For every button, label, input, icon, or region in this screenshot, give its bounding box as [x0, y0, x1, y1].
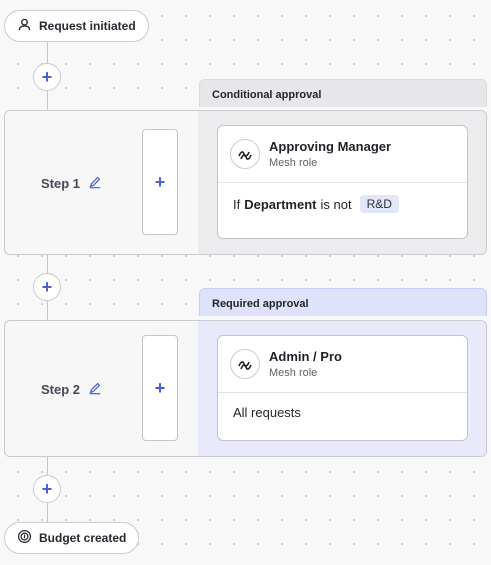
condition-operator: is not: [320, 196, 352, 212]
role-subtitle: Mesh role: [269, 157, 318, 169]
pencil-icon[interactable]: [88, 175, 102, 192]
condition-field: Department: [244, 196, 317, 212]
budget-created-node: Budget created: [4, 522, 140, 554]
step-2-label-group: Step 2: [41, 381, 102, 398]
condition-text: All requests: [233, 405, 301, 420]
add-approver-button-2[interactable]: +: [142, 335, 178, 441]
mesh-role-icon: [230, 139, 260, 169]
add-symbol: +: [154, 171, 166, 192]
role-subtitle: Mesh role: [269, 367, 318, 379]
required-approval-band: Required approval: [199, 288, 487, 316]
band-label: Conditional approval: [212, 89, 322, 101]
add-symbol: +: [41, 277, 53, 297]
step-label: Step 2: [41, 382, 81, 397]
budget-created-label: Budget created: [39, 531, 127, 545]
band-label: Required approval: [212, 298, 309, 310]
add-symbol: +: [41, 67, 53, 87]
add-symbol: +: [41, 479, 53, 499]
user-icon: [17, 17, 32, 35]
step-1-card: Step 1 + Approving Manager Mesh role If …: [4, 110, 487, 255]
condition-prefix: If: [233, 196, 241, 212]
role-condition: If Department is not R&D: [218, 183, 467, 213]
role-title: Admin / Pro: [269, 349, 342, 364]
step-label: Step 1: [41, 176, 81, 191]
conditional-approval-band: Conditional approval: [199, 79, 487, 107]
add-step-button-2[interactable]: +: [33, 273, 61, 301]
role-card-header: Approving Manager Mesh role: [218, 126, 467, 183]
step-2-card: Step 2 + Admin / Pro Mesh role All reque…: [4, 320, 487, 457]
role-card-header: Admin / Pro Mesh role: [218, 336, 467, 393]
add-symbol: +: [154, 377, 166, 398]
role-title: Approving Manager: [269, 139, 392, 154]
add-step-button-3[interactable]: +: [33, 475, 61, 503]
coin-icon: [17, 529, 32, 547]
request-initiated-label: Request initiated: [39, 19, 136, 33]
add-approver-button-1[interactable]: +: [142, 129, 178, 235]
role-card-approving-manager[interactable]: Approving Manager Mesh role If Departmen…: [217, 125, 468, 239]
condition-value-tag: R&D: [359, 195, 399, 213]
mesh-role-icon: [230, 349, 260, 379]
role-card-admin-pro[interactable]: Admin / Pro Mesh role All requests: [217, 335, 468, 441]
role-condition: All requests: [218, 393, 467, 420]
step-1-label-group: Step 1: [41, 175, 102, 192]
add-step-button-1[interactable]: +: [33, 63, 61, 91]
pencil-icon[interactable]: [88, 381, 102, 398]
request-initiated-node: Request initiated: [4, 10, 149, 42]
